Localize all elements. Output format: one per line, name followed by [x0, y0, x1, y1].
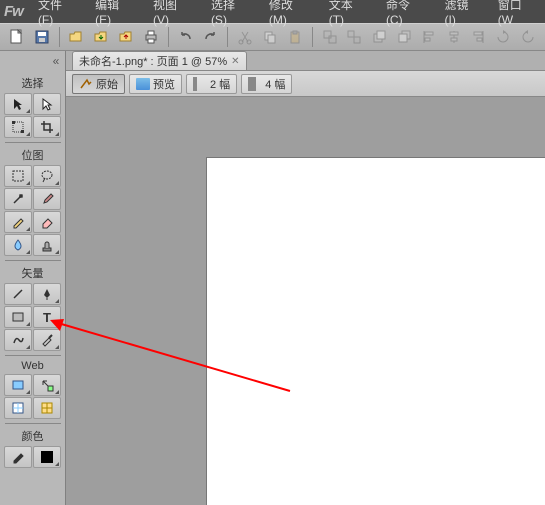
- view-original-button[interactable]: 原始: [72, 74, 125, 94]
- redo-button[interactable]: [200, 26, 222, 48]
- document-tab[interactable]: 未命名-1.png* : 页面 1 @ 57% ✕: [72, 51, 247, 70]
- freeform-tool[interactable]: [4, 329, 32, 351]
- copy-button[interactable]: [259, 26, 281, 48]
- menu-text[interactable]: 文本(T): [321, 0, 376, 29]
- view-mode-bar: 原始 预览 2 幅 4 幅: [66, 71, 545, 97]
- undo-button[interactable]: [175, 26, 197, 48]
- import-button[interactable]: [90, 26, 112, 48]
- app-logo: Fw: [4, 3, 28, 20]
- tools-panel: « 选择 位图 矢量 T W: [0, 51, 66, 505]
- hotspot-tool[interactable]: [4, 374, 32, 396]
- marquee-tool[interactable]: [4, 165, 32, 187]
- document-tab-label: 未命名-1.png* : 页面 1 @ 57%: [79, 53, 227, 69]
- wand-tool[interactable]: [4, 188, 32, 210]
- knife-tool[interactable]: [33, 329, 61, 351]
- show-slices-button[interactable]: [33, 397, 61, 419]
- blur-tool[interactable]: [4, 234, 32, 256]
- cut-button[interactable]: [234, 26, 256, 48]
- menu-view[interactable]: 视图(V): [145, 0, 201, 29]
- slice-tool[interactable]: [33, 374, 61, 396]
- group-button[interactable]: [319, 26, 341, 48]
- section-colors-label: 颜色: [2, 428, 63, 444]
- stroke-swatch[interactable]: [33, 446, 61, 468]
- text-tool[interactable]: T: [33, 306, 61, 328]
- eraser-tool[interactable]: [33, 211, 61, 233]
- crop-tool[interactable]: [33, 116, 61, 138]
- menu-select[interactable]: 选择(S): [203, 0, 259, 29]
- view-preview-button[interactable]: 预览: [129, 74, 182, 94]
- menu-bar: Fw 文件(F) 编辑(E) 视图(V) 选择(S) 修改(M) 文本(T) 命…: [0, 0, 545, 23]
- canvas[interactable]: [206, 157, 545, 505]
- main-toolbar: [0, 23, 545, 51]
- paste-button[interactable]: [284, 26, 306, 48]
- canvas-viewport[interactable]: [66, 97, 545, 505]
- rectangle-tool[interactable]: [4, 306, 32, 328]
- lasso-tool[interactable]: [33, 165, 61, 187]
- pen-tool[interactable]: [33, 283, 61, 305]
- document-tabs: 未命名-1.png* : 页面 1 @ 57% ✕: [66, 51, 545, 71]
- stroke-color[interactable]: [4, 446, 32, 468]
- scale-tool[interactable]: [4, 116, 32, 138]
- svg-text:T: T: [43, 310, 51, 324]
- align-right-button[interactable]: [467, 26, 489, 48]
- section-vector-label: 矢量: [2, 265, 63, 281]
- front-button[interactable]: [368, 26, 390, 48]
- brush-tool[interactable]: [33, 188, 61, 210]
- subselect-tool[interactable]: [33, 93, 61, 115]
- document-area: 未命名-1.png* : 页面 1 @ 57% ✕ 原始 预览 2 幅 4 幅: [66, 51, 545, 505]
- back-button[interactable]: [393, 26, 415, 48]
- menu-window[interactable]: 窗口(W: [490, 0, 545, 29]
- export-button[interactable]: [115, 26, 137, 48]
- menu-commands[interactable]: 命令(C): [378, 0, 435, 29]
- menu-file[interactable]: 文件(F): [30, 0, 85, 29]
- pencil-tool[interactable]: [4, 211, 32, 233]
- open-button[interactable]: [66, 26, 88, 48]
- line-tool[interactable]: [4, 283, 32, 305]
- section-web-label: Web: [2, 360, 63, 372]
- menu-edit[interactable]: 编辑(E): [87, 0, 143, 29]
- close-tab-icon[interactable]: ✕: [231, 56, 239, 67]
- section-bitmap-label: 位图: [2, 147, 63, 163]
- new-file-button[interactable]: [6, 26, 28, 48]
- panel-collapse-icon[interactable]: «: [49, 55, 63, 69]
- ungroup-button[interactable]: [344, 26, 366, 48]
- menu-modify[interactable]: 修改(M): [261, 0, 319, 29]
- menu-filters[interactable]: 滤镜(I): [437, 0, 488, 29]
- align-left-button[interactable]: [418, 26, 440, 48]
- pointer-tool[interactable]: [4, 93, 32, 115]
- print-button[interactable]: [140, 26, 162, 48]
- stamp-tool[interactable]: [33, 234, 61, 256]
- section-select-label: 选择: [2, 75, 63, 91]
- rotate-ccw-button[interactable]: [517, 26, 539, 48]
- align-center-button[interactable]: [443, 26, 465, 48]
- rotate-cw-button[interactable]: [492, 26, 514, 48]
- view-4up-button[interactable]: 4 幅: [241, 74, 292, 94]
- view-2up-button[interactable]: 2 幅: [186, 74, 237, 94]
- save-button[interactable]: [31, 26, 53, 48]
- hide-slices-button[interactable]: [4, 397, 32, 419]
